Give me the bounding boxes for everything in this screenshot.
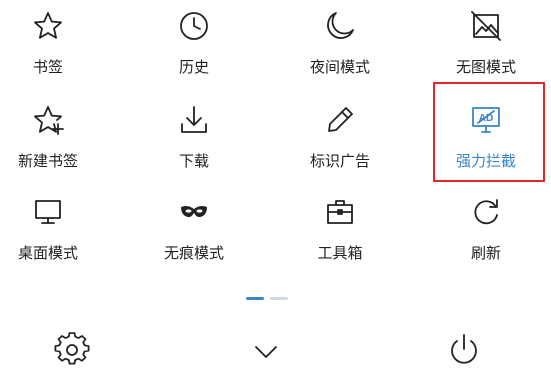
menu-item-label: 历史 — [178, 58, 209, 76]
exit-button[interactable] — [446, 332, 482, 368]
menu-item-mark-ads[interactable]: 标识广告 — [280, 102, 400, 182]
menu-item-label: 夜间模式 — [309, 58, 370, 76]
toolbox-icon — [324, 196, 356, 228]
menu-item-label: 桌面模式 — [17, 244, 78, 262]
menu-item-night-mode[interactable]: 夜间模式 — [280, 8, 400, 88]
menu-item-label: 书签 — [32, 58, 63, 76]
menu-item-label: 强力拦截 — [455, 152, 516, 170]
menu-item-bookmarks[interactable]: 书签 — [0, 8, 108, 88]
chevron-down-icon — [248, 334, 284, 370]
menu-item-label: 标识广告 — [309, 152, 370, 170]
clock-icon — [178, 10, 210, 42]
menu-item-label: 无图模式 — [455, 58, 516, 76]
gear-icon — [54, 332, 90, 368]
star-plus-icon — [32, 104, 64, 136]
settings-button[interactable] — [54, 332, 90, 368]
menu-item-label: 刷新 — [470, 244, 501, 262]
menu-item-no-image-mode[interactable]: 无图模式 — [426, 8, 546, 88]
page-indicator — [246, 297, 290, 300]
page-dot-inactive — [270, 297, 288, 300]
menu-item-incognito-mode[interactable]: 无痕模式 — [134, 194, 254, 274]
menu-item-download[interactable]: 下载 — [134, 102, 254, 182]
moon-icon — [324, 10, 356, 42]
pencil-icon — [324, 104, 356, 136]
menu-item-desktop-mode[interactable]: 桌面模式 — [0, 194, 108, 274]
menu-item-toolbox[interactable]: 工具箱 — [280, 194, 400, 274]
download-icon — [178, 104, 210, 136]
collapse-menu-button[interactable] — [248, 334, 284, 370]
svg-text:AD: AD — [479, 113, 493, 124]
menu-item-new-bookmark[interactable]: 新建书签 — [0, 102, 108, 182]
menu-item-label: 下载 — [178, 152, 209, 170]
page-dot-active — [246, 297, 264, 300]
menu-item-label: 新建书签 — [17, 152, 78, 170]
menu-item-label: 工具箱 — [317, 244, 363, 262]
power-icon — [446, 332, 482, 368]
menu-item-strong-block[interactable]: AD 强力拦截 — [426, 102, 546, 182]
mask-icon — [178, 196, 210, 228]
desktop-icon — [32, 196, 64, 228]
menu-item-history[interactable]: 历史 — [134, 8, 254, 88]
star-icon — [32, 10, 64, 42]
ad-block-icon: AD — [470, 104, 502, 136]
menu-item-label: 无痕模式 — [163, 244, 224, 262]
menu-item-refresh[interactable]: 刷新 — [426, 194, 546, 274]
refresh-icon — [470, 196, 502, 228]
no-image-icon — [470, 10, 502, 42]
browser-menu-panel: 书签 历史 夜间模式 无图模式 新建书签 下载 标识广告 AD 强力拦截 桌面模… — [0, 0, 551, 389]
